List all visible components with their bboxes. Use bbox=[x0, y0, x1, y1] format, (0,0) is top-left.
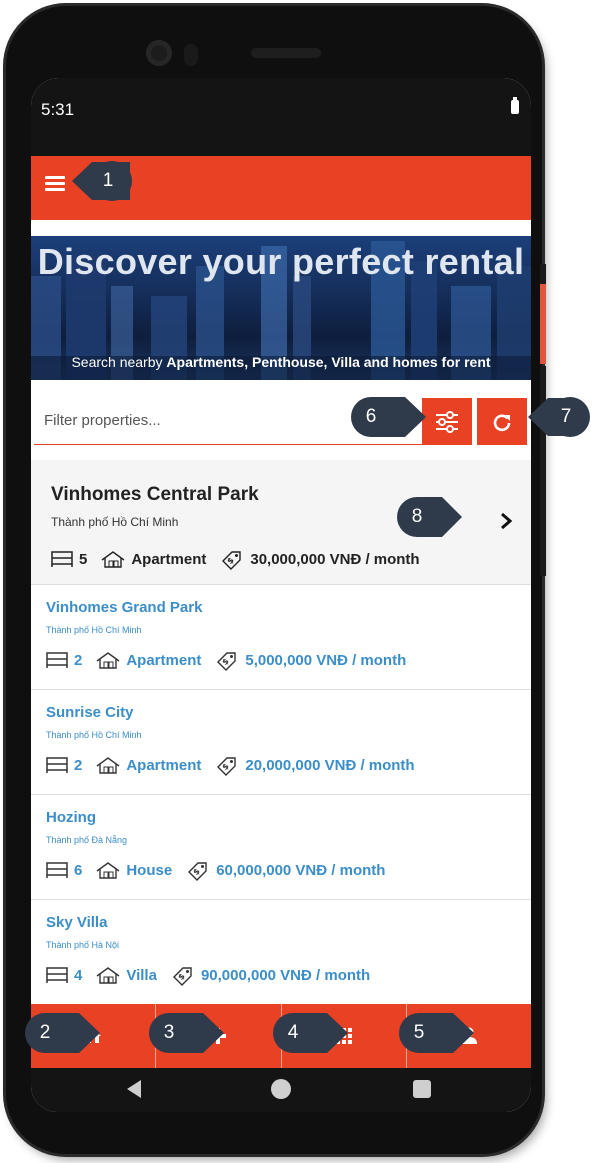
hero-subtitle-prefix: Search nearby bbox=[71, 354, 167, 370]
price-tag-icon: $ bbox=[188, 862, 207, 881]
hero-banner: Discover your perfect rental Search near… bbox=[31, 236, 531, 380]
listing-price: 20,000,000 VNĐ / month bbox=[245, 756, 415, 774]
callout-number: 5 bbox=[413, 1022, 425, 1043]
listing-item[interactable]: Vinhomes Grand Park Thành phố Hồ Chí Min… bbox=[31, 585, 531, 690]
listing-bedrooms: 6 bbox=[74, 861, 83, 879]
hero-title: Discover your perfect rental bbox=[37, 241, 525, 282]
callout-3: 3 bbox=[148, 1012, 226, 1054]
front-camera bbox=[146, 40, 172, 66]
filter-settings-button[interactable] bbox=[422, 398, 472, 445]
listing-price: 5,000,000 VNĐ / month bbox=[245, 651, 407, 669]
listing-city: Thành phố Đà Nẵng bbox=[46, 835, 128, 845]
callout-number: 1 bbox=[102, 170, 114, 191]
listing-bedrooms: 2 bbox=[74, 756, 83, 774]
listing-meta: 2 Apartment $ 20,000,000 VNĐ / month bbox=[46, 754, 415, 776]
callout-number: 6 bbox=[365, 406, 377, 427]
home-circle-icon[interactable] bbox=[271, 1079, 291, 1099]
featured-bedrooms: 5 bbox=[79, 550, 88, 568]
house-icon bbox=[96, 862, 120, 879]
callout-number: 8 bbox=[411, 506, 423, 527]
listing-city: Thành phố Hà Nội bbox=[46, 940, 120, 950]
volume-button bbox=[540, 284, 546, 364]
refresh-icon bbox=[493, 414, 511, 431]
listing-item[interactable]: Sunrise City Thành phố Hồ Chí Minh 2 Apa… bbox=[31, 690, 531, 795]
screen: 5:31 Discover your perfect rental Search… bbox=[31, 78, 531, 1112]
listing-city: Thành phố Hồ Chí Minh bbox=[46, 625, 142, 635]
bed-icon bbox=[51, 551, 73, 567]
callout-number: 2 bbox=[39, 1022, 51, 1043]
hamburger-menu-icon[interactable] bbox=[45, 176, 65, 192]
featured-price: 30,000,000 VNĐ / month bbox=[250, 550, 420, 568]
sensor bbox=[184, 44, 198, 66]
bed-icon bbox=[46, 862, 68, 878]
house-icon bbox=[96, 967, 120, 984]
bed-icon bbox=[46, 652, 68, 668]
filter-row bbox=[31, 380, 531, 458]
status-time: 5:31 bbox=[41, 100, 75, 119]
callout-8: 8 bbox=[396, 496, 464, 538]
status-bar: 5:31 bbox=[31, 78, 531, 156]
callout-number: 7 bbox=[560, 406, 572, 427]
listing-item[interactable]: Sky Villa Thành phố Hà Nội 4 Villa $ 90,… bbox=[31, 900, 531, 1004]
android-nav-bar bbox=[31, 1068, 531, 1112]
callout-number: 4 bbox=[287, 1022, 299, 1043]
price-tag-icon: $ bbox=[222, 551, 242, 570]
price-tag-icon: $ bbox=[217, 757, 237, 776]
battery-icon bbox=[511, 97, 519, 114]
featured-title: Vinhomes Central Park bbox=[51, 484, 259, 505]
price-tag-icon: $ bbox=[217, 652, 237, 671]
listing-title: Sunrise City bbox=[46, 704, 134, 721]
chevron-right-icon[interactable] bbox=[499, 512, 513, 530]
hero-subtitle-bold: Apartments, Penthouse, Villa and homes f… bbox=[166, 354, 491, 370]
listing-bedrooms: 4 bbox=[74, 966, 83, 984]
listing-title: Sky Villa bbox=[46, 914, 108, 931]
callout-4: 4 bbox=[272, 1012, 350, 1054]
price-tag-icon: $ bbox=[172, 967, 192, 986]
listing-meta: 4 Villa $ 90,000,000 VNĐ / month bbox=[46, 964, 370, 986]
listing-bedrooms: 2 bbox=[74, 651, 83, 669]
featured-type: Apartment bbox=[131, 550, 207, 568]
listing-title: Vinhomes Grand Park bbox=[46, 599, 203, 616]
listing-meta: 6 House $ 60,000,000 VNĐ / month bbox=[46, 859, 385, 881]
hero-subtitle: Search nearby Apartments, Penthouse, Vil… bbox=[31, 354, 531, 370]
listing-price: 60,000,000 VNĐ / month bbox=[216, 861, 386, 879]
listing-type: Villa bbox=[126, 966, 157, 984]
recents-icon[interactable] bbox=[413, 1080, 431, 1098]
listing-price: 90,000,000 VNĐ / month bbox=[200, 966, 371, 984]
bed-icon bbox=[46, 967, 68, 983]
sliders-icon bbox=[436, 410, 458, 433]
refresh-button[interactable] bbox=[477, 398, 527, 445]
earpiece-speaker bbox=[251, 48, 321, 58]
callout-2: 2 bbox=[24, 1012, 102, 1054]
callout-5: 5 bbox=[398, 1012, 476, 1054]
listing-title: Hozing bbox=[46, 809, 96, 826]
featured-city: Thành phố Hồ Chí Minh bbox=[51, 515, 179, 529]
listing-meta: 2 Apartment $ 5,000,000 VNĐ / month bbox=[46, 649, 406, 671]
listing-type: Apartment bbox=[126, 756, 202, 774]
callout-number: 3 bbox=[163, 1022, 175, 1043]
listing-type: House bbox=[126, 861, 173, 879]
house-icon bbox=[96, 652, 120, 669]
callout-7: 7 bbox=[526, 396, 592, 438]
callout-6: 6 bbox=[350, 396, 428, 438]
back-icon[interactable] bbox=[127, 1080, 141, 1098]
listing-type: Apartment bbox=[126, 651, 202, 669]
callout-1: 1 bbox=[70, 160, 134, 202]
featured-meta: 5 Apartment $ 30,000,000 VNĐ / month bbox=[51, 548, 420, 570]
listing-city: Thành phố Hồ Chí Minh bbox=[46, 730, 142, 740]
bed-icon bbox=[46, 757, 68, 773]
house-icon bbox=[101, 551, 125, 568]
listing-item[interactable]: Hozing Thành phố Đà Nẵng 6 House $ 60,00… bbox=[31, 795, 531, 900]
house-icon bbox=[96, 757, 120, 774]
